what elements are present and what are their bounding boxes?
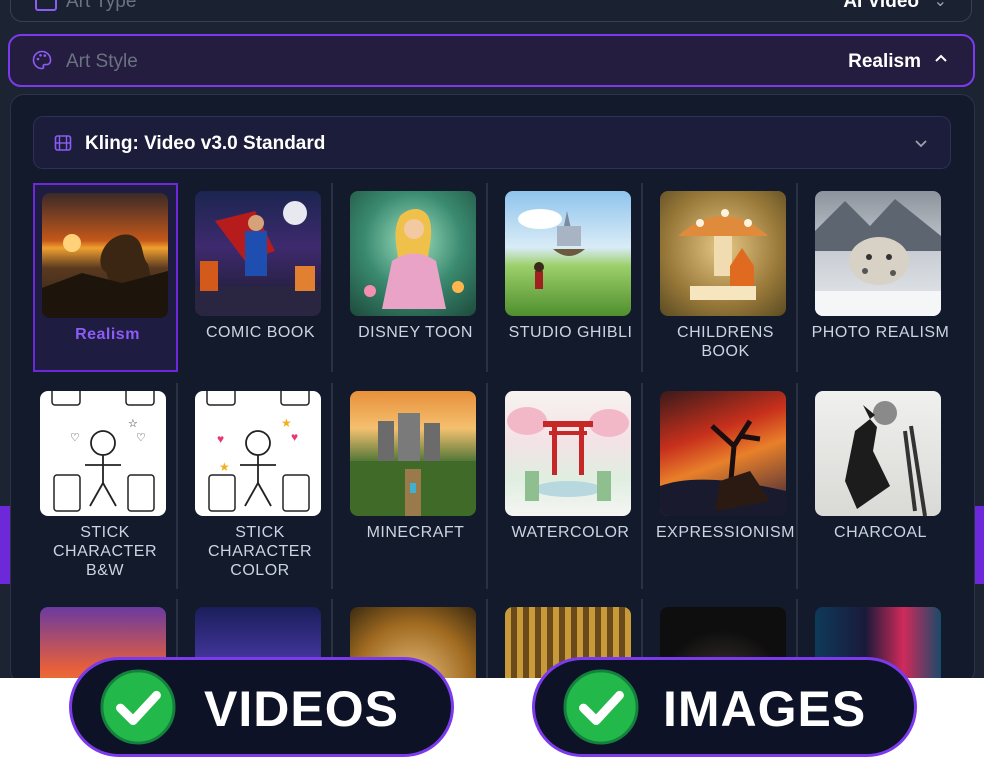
model-select[interactable]: Kling: Video v3.0 Standard — [33, 116, 951, 169]
videos-badge: VIDEOS — [69, 657, 454, 757]
style-option-disney-toon[interactable]: DISNEY TOON — [343, 183, 488, 372]
style-option-comic-book[interactable]: COMIC BOOK — [188, 183, 333, 372]
style-option-minecraft[interactable]: MINECRAFT — [343, 383, 488, 589]
style-option-stick-character-bw[interactable]: ♡ ♡ ☆ STICK CHARACTER B&W — [33, 383, 178, 589]
watercolor-thumbnail — [505, 391, 631, 516]
style-option-name: STUDIO GHIBLI — [508, 324, 633, 341]
videos-label: VIDEOS — [204, 681, 399, 737]
photo-realism-thumbnail — [815, 191, 941, 316]
images-label: IMAGES — [663, 681, 867, 737]
side-accent-left — [0, 506, 10, 584]
art-style-value: Realism — [848, 51, 921, 72]
side-accent — [974, 506, 984, 584]
style-option-expressionism[interactable]: EXPRESSIONISM — [653, 383, 798, 589]
stick-character-bw-thumbnail: ♡ ♡ ☆ — [40, 391, 166, 516]
style-option-studio-ghibli[interactable]: STUDIO GHIBLI — [498, 183, 643, 372]
realism-thumbnail — [42, 193, 168, 318]
style-option-stick-character-color[interactable]: ♥ ♥ ★ ★ STICK CHARACTER COLOR — [188, 383, 333, 589]
style-option-name: EXPRESSIONISM — [656, 524, 795, 541]
check-icon — [563, 669, 639, 745]
svg-text:★: ★ — [281, 416, 292, 430]
style-option-name: CHARCOAL — [834, 524, 927, 541]
disney-toon-thumbnail — [350, 191, 476, 316]
svg-text:♥: ♥ — [217, 432, 224, 446]
studio-ghibli-thumbnail — [505, 191, 631, 316]
style-option-name: DISNEY TOON — [358, 324, 473, 341]
style-option-realism[interactable]: Realism — [33, 183, 178, 372]
style-option-name: Realism — [75, 326, 140, 343]
svg-text:♡: ♡ — [136, 432, 146, 444]
art-style-select[interactable]: Art Style Realism — [8, 34, 975, 87]
art-type-select[interactable]: Art Type AI Video ⌄ — [10, 0, 972, 22]
svg-text:★: ★ — [219, 460, 230, 474]
art-style-label: Art Style — [66, 51, 138, 72]
minecraft-thumbnail — [350, 391, 476, 516]
chevron-down-icon — [915, 140, 927, 148]
style-option-name: MINECRAFT — [366, 524, 465, 541]
style-option-name: CHILDRENS BOOK — [677, 324, 774, 360]
chevron-up-icon — [935, 54, 947, 62]
style-option-charcoal[interactable]: CHARCOAL — [808, 383, 953, 589]
style-option-watercolor[interactable]: WATERCOLOR — [498, 383, 643, 589]
expressionism-thumbnail — [660, 391, 786, 516]
style-option-childrens-book[interactable]: CHILDRENS BOOK — [653, 183, 798, 372]
art-type-label: Art Type — [66, 0, 137, 12]
stick-character-color-thumbnail: ♥ ♥ ★ ★ — [195, 391, 321, 516]
images-badge: IMAGES — [532, 657, 917, 757]
svg-text:♡: ♡ — [70, 432, 80, 444]
check-icon — [100, 669, 176, 745]
film-icon — [35, 0, 57, 11]
style-option-name: STICK CHARACTER B&W — [52, 524, 158, 579]
style-option-name: STICK CHARACTER COLOR — [207, 524, 313, 579]
charcoal-thumbnail — [815, 391, 941, 516]
style-dropdown-panel: Kling: Video v3.0 Standard Realism COMIC… — [10, 94, 975, 678]
svg-text:♥: ♥ — [291, 430, 298, 444]
style-option-name: WATERCOLOR — [511, 524, 630, 541]
comic-book-thumbnail — [195, 191, 321, 316]
style-option-name: PHOTO REALISM — [811, 324, 950, 341]
palette-icon — [32, 50, 52, 70]
style-option-photo-realism[interactable]: PHOTO REALISM — [808, 183, 953, 372]
childrens-book-thumbnail — [660, 191, 786, 316]
chevron-down-icon: ⌄ — [933, 0, 947, 10]
film-icon — [54, 135, 72, 151]
model-select-value: Kling: Video v3.0 Standard — [85, 133, 326, 154]
art-type-value: AI Video — [843, 0, 919, 12]
style-option-name: COMIC BOOK — [205, 324, 315, 341]
app-window: Art Type AI Video ⌄ Art Style Realism Kl… — [0, 0, 984, 678]
svg-text:☆: ☆ — [128, 418, 138, 430]
